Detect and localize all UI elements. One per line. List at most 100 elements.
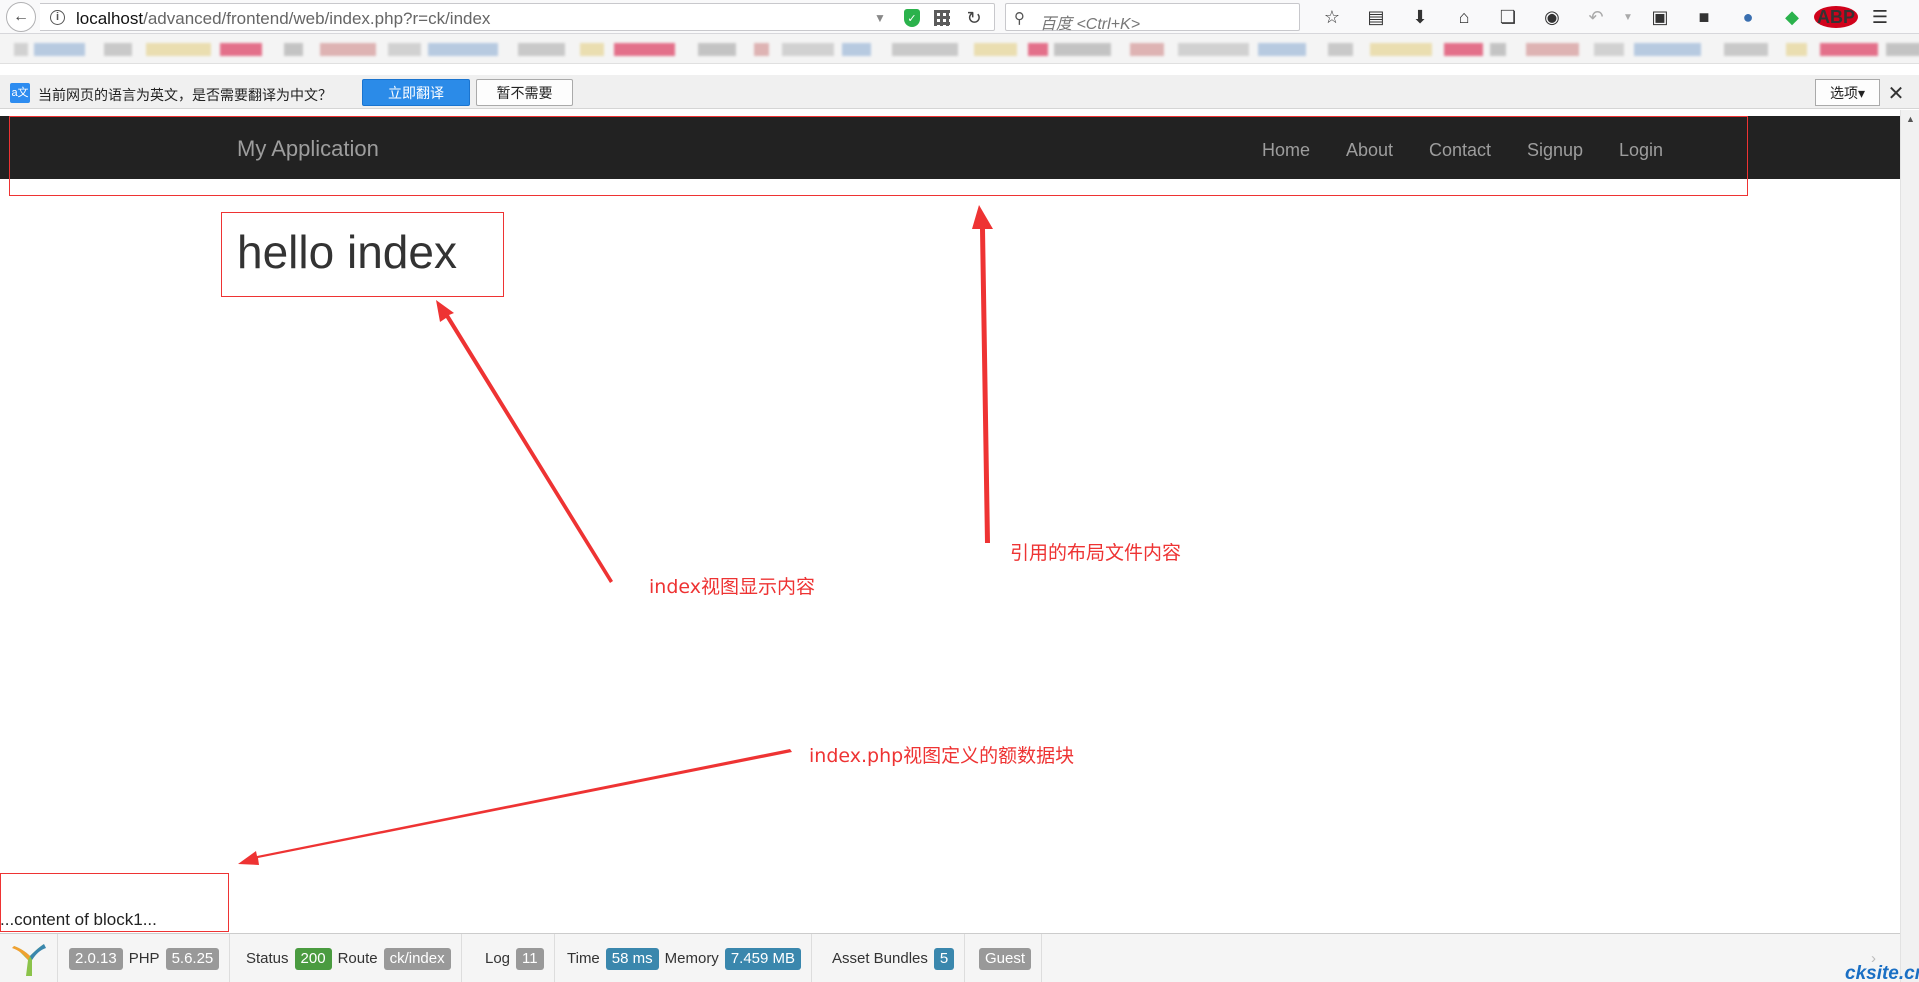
bookmark-item[interactable]	[698, 43, 736, 56]
shield-icon[interactable]: ✓	[904, 9, 920, 27]
url-bar[interactable]: i localhost/advanced/frontend/web/index.…	[40, 3, 995, 31]
mask-icon[interactable]: ■	[1682, 7, 1726, 27]
bookmark-item[interactable]	[842, 43, 871, 56]
download-icon[interactable]: ⬇	[1398, 7, 1442, 27]
bookmark-star-icon[interactable]: ☆	[1310, 7, 1354, 27]
yii-logo-icon[interactable]	[0, 934, 58, 982]
bookmark-item[interactable]	[1178, 43, 1249, 56]
debug-assets-block[interactable]: Asset Bundles 5	[822, 934, 966, 982]
user-badge: Guest	[979, 947, 1032, 970]
php-version-label: 5.6.25	[165, 947, 220, 970]
log-count-badge: 11	[516, 947, 544, 970]
php-label: PHP	[128, 950, 160, 967]
qr-code-icon[interactable]	[934, 10, 950, 26]
asset-bundles-label: Asset Bundles	[832, 950, 928, 967]
bookmark-item[interactable]	[782, 43, 834, 56]
home-icon[interactable]: ⌂	[1442, 7, 1486, 27]
scroll-up-icon[interactable]: ▲	[1906, 114, 1915, 124]
reader-view-icon[interactable]: ▣	[1638, 7, 1682, 27]
crop-icon[interactable]: ❏	[1486, 7, 1530, 27]
bookmark-item[interactable]	[284, 43, 303, 56]
bookmark-item[interactable]	[1786, 43, 1807, 56]
bookmark-item[interactable]	[320, 43, 376, 56]
reload-icon[interactable]: ↻	[964, 8, 984, 28]
memory-badge: 7.459 MB	[724, 947, 802, 970]
bookmark-item[interactable]	[754, 43, 769, 56]
bookmark-item[interactable]	[388, 43, 421, 56]
bookmark-item[interactable]	[1490, 43, 1506, 56]
search-icon: ⚲	[1014, 10, 1025, 27]
toolbar-icons: ☆ ▤ ⬇ ⌂ ❏ ◉ ↶ ▼ ▣ ■ ● ◆ ABP ☰	[1310, 0, 1902, 34]
options-button[interactable]: 选项▾	[1815, 79, 1880, 106]
url-host: localhost	[76, 9, 144, 28]
bookmark-item[interactable]	[1054, 43, 1111, 56]
asset-count-badge: 5	[933, 947, 955, 970]
bookmark-item[interactable]	[1594, 43, 1624, 56]
view-annotation-text: index视图显示内容	[649, 576, 815, 598]
route-label: Route	[337, 950, 378, 967]
debug-user-block[interactable]: Guest	[969, 934, 1043, 982]
status-badge: 200	[294, 947, 332, 970]
layout-annotation-box	[9, 116, 1748, 196]
time-badge: 58 ms	[605, 947, 659, 970]
url-path: /advanced/frontend/web/index.php?r=ck/in…	[143, 9, 491, 28]
reading-list-icon[interactable]: ▤	[1354, 7, 1398, 27]
globe-icon[interactable]: ●	[1726, 7, 1770, 27]
translate-icon: a文	[10, 83, 30, 103]
search-placeholder: 百度 <Ctrl+K>	[1040, 16, 1141, 33]
close-icon[interactable]: ✕	[1884, 81, 1908, 106]
status-label: Status	[246, 950, 289, 967]
bookmark-item[interactable]	[1820, 43, 1878, 56]
bookmark-item[interactable]	[34, 43, 85, 56]
adblock-icon: ABP	[1814, 6, 1858, 28]
bookmark-item[interactable]	[892, 43, 958, 56]
watermark: cksite.cn	[1845, 963, 1919, 982]
debug-profiling-block[interactable]: Time 58 ms Memory 7.459 MB	[557, 934, 813, 982]
bookmark-item[interactable]	[1724, 43, 1768, 56]
bookmark-item[interactable]	[146, 43, 211, 56]
time-label: Time	[567, 950, 600, 967]
dropdown-arrow-icon[interactable]: ▼	[1618, 7, 1638, 27]
leaf-icon[interactable]: ◆	[1770, 7, 1814, 27]
dropdown-arrow-icon[interactable]: ▼	[870, 8, 890, 28]
bookmark-item[interactable]	[1370, 43, 1432, 56]
bookmark-item[interactable]	[974, 43, 1017, 56]
debug-request-block[interactable]: Status 200 Route ck/index	[236, 934, 462, 982]
page-scrollbar[interactable]: ▲	[1900, 110, 1919, 982]
view-annotation-box	[221, 212, 504, 297]
bookmark-item[interactable]	[1526, 43, 1579, 56]
bookmark-item[interactable]	[1444, 43, 1483, 56]
memory-label: Memory	[664, 950, 719, 967]
url-text[interactable]: localhost/advanced/frontend/web/index.ph…	[76, 9, 490, 29]
bookmark-item[interactable]	[220, 43, 262, 56]
adblock-button[interactable]: ABP	[1814, 6, 1858, 28]
log-label: Log	[485, 950, 511, 967]
bookmark-item[interactable]	[1634, 43, 1701, 56]
not-now-button[interactable]: 暂不需要	[476, 79, 573, 106]
debug-version-block[interactable]: 2.0.13 PHP 5.6.25	[59, 934, 231, 982]
chat-icon[interactable]: ◉	[1530, 7, 1574, 27]
bookmark-item[interactable]	[14, 43, 28, 56]
undo-icon[interactable]: ↶	[1574, 7, 1618, 27]
translate-message: 当前网页的语言为英文，是否需要翻译为中文？	[38, 88, 332, 104]
bookmark-item[interactable]	[1130, 43, 1164, 56]
translate-bar: a文 当前网页的语言为英文，是否需要翻译为中文？ 立即翻译 暂不需要 选项▾ ✕	[0, 75, 1919, 109]
bookmark-item[interactable]	[614, 43, 675, 56]
bookmark-item[interactable]	[518, 43, 565, 56]
bookmark-item[interactable]	[1258, 43, 1306, 56]
bookmark-item[interactable]	[428, 43, 498, 56]
back-button[interactable]: ←	[6, 2, 36, 32]
bookmark-item[interactable]	[580, 43, 604, 56]
search-bar[interactable]: ⚲ 百度 <Ctrl+K>	[1005, 3, 1300, 33]
bookmark-item[interactable]	[1028, 43, 1048, 56]
bookmark-item[interactable]	[1886, 43, 1919, 56]
debug-log-block[interactable]: Log 11	[475, 934, 555, 982]
block-annotation-box	[0, 873, 229, 932]
hamburger-menu-icon[interactable]: ☰	[1858, 7, 1902, 27]
layout-annotation-text: 引用的布局文件内容	[1010, 542, 1182, 564]
translate-now-button[interactable]: 立即翻译	[362, 79, 470, 106]
bookmark-item[interactable]	[104, 43, 132, 56]
browser-toolbar: ← i localhost/advanced/frontend/web/inde…	[0, 0, 1919, 34]
info-icon[interactable]: i	[50, 10, 65, 25]
bookmark-item[interactable]	[1328, 43, 1353, 56]
